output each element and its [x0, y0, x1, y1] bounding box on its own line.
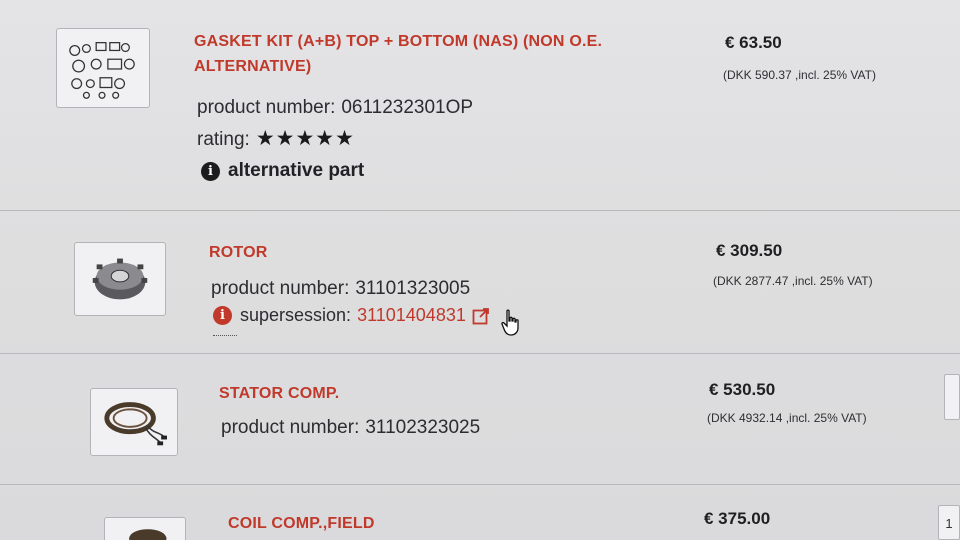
- product-number: product number: 0611232301OP: [197, 96, 473, 120]
- price: € 530.50: [709, 380, 776, 399]
- product-row-coil: COIL COMP.,FIELD € 375.00 1: [0, 485, 960, 540]
- product-number-value: 0611232301OP: [341, 97, 474, 118]
- product-number-label: product number:: [197, 97, 336, 118]
- product-number: product number: 31102323025: [221, 416, 480, 440]
- info-underline: [213, 335, 237, 336]
- product-title-gasket-kit[interactable]: GASKET KIT (A+B) TOP + BOTTOM (NAS) (NON…: [194, 29, 602, 79]
- rating-stars: ★★★★★: [255, 127, 355, 150]
- external-link-icon[interactable]: [472, 307, 490, 325]
- product-number: product number: 31101323005: [211, 277, 470, 301]
- rating: rating: ★★★★★: [197, 127, 355, 152]
- product-number-value: 31101323005: [355, 278, 471, 299]
- product-title-rotor[interactable]: ROTOR: [209, 240, 267, 265]
- supersession-label: supersession:: [240, 305, 352, 325]
- price-vat: (DKK 590.37 ,incl. 25% VAT): [723, 68, 876, 82]
- supersession-link[interactable]: 31101404831: [357, 305, 466, 326]
- product-list-page: GASKET KIT (A+B) TOP + BOTTOM (NAS) (NON…: [0, 0, 960, 540]
- hand-pointer-icon: [500, 309, 522, 337]
- product-title-stator[interactable]: STATOR COMP.: [219, 381, 339, 406]
- info-icon: i: [201, 161, 220, 181]
- coil-image[interactable]: [104, 517, 186, 540]
- alternative-part-note: i alternative part: [201, 160, 364, 182]
- product-number-value: 31102323025: [365, 417, 481, 438]
- product-number-label: product number:: [211, 278, 350, 299]
- price: € 309.50: [716, 241, 783, 260]
- quantity-box-edge[interactable]: [944, 374, 960, 420]
- stator-image[interactable]: [90, 388, 178, 456]
- price-vat: (DKK 4932.14 ,incl. 25% VAT): [707, 411, 867, 425]
- product-row-stator: STATOR COMP. product number: 31102323025 …: [0, 354, 960, 485]
- product-title-line1: GASKET KIT (A+B) TOP + BOTTOM (NAS) (NON…: [194, 33, 603, 50]
- price: € 63.50: [725, 33, 782, 52]
- product-row-rotor: ROTOR product number: 31101323005 i super…: [0, 211, 960, 354]
- product-title-coil[interactable]: COIL COMP.,FIELD: [228, 511, 375, 536]
- product-title-line2: ALTERNATIVE): [194, 58, 312, 75]
- rating-label: rating:: [197, 129, 250, 150]
- rotor-image[interactable]: [74, 242, 166, 316]
- price-vat: (DKK 2877.47 ,incl. 25% VAT): [713, 274, 873, 288]
- product-number-label: product number:: [221, 417, 360, 438]
- supersession: i supersession: 31101404831: [213, 305, 490, 326]
- product-row-gasket-kit: GASKET KIT (A+B) TOP + BOTTOM (NAS) (NON…: [0, 0, 960, 211]
- info-icon: i: [213, 306, 232, 325]
- alternative-part-label: alternative part: [228, 160, 365, 181]
- gasket-kit-image[interactable]: [56, 28, 150, 108]
- price: € 375.00: [704, 509, 771, 528]
- quantity-input[interactable]: 1: [938, 505, 960, 540]
